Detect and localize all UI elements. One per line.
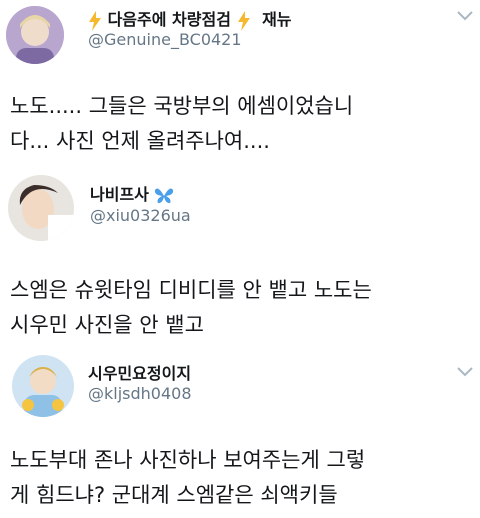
tweet-2: 나비프사 @xiu0326ua 스엠은 슈윗타임 디비디를 안 뱉고 노도는 시…: [0, 175, 480, 350]
tweet-text-line: 다... 사진 언제 올려주나여....: [10, 129, 270, 153]
chevron-down-icon[interactable]: [456, 10, 474, 22]
lightning-bolt-icon: [89, 10, 101, 31]
avatar-image: [6, 6, 64, 64]
chevron-down-icon[interactable]: [456, 366, 474, 378]
avatar-image: [12, 355, 74, 417]
display-name-suffix: 재뉴: [262, 10, 292, 29]
butterfly-icon: [155, 187, 174, 203]
tweet-text-line: 게 힘드냐? 군대계 스엠같은 쇠액키들: [10, 483, 338, 507]
tweet-text-line: 시우민 사진을 안 뱉고: [10, 313, 204, 337]
display-name[interactable]: 시우민요정이지: [88, 360, 191, 384]
avatar[interactable]: [8, 175, 74, 241]
lightning-bolt-icon: [237, 10, 250, 31]
tweet-text-line: 노도..... 그들은 국방부의 에셈이었습니: [10, 94, 354, 118]
handle[interactable]: @kljsdh0408: [88, 384, 192, 403]
display-name-text: 나비프사: [90, 185, 149, 204]
tweet-text-line: 스엠은 슈윗타임 디비디를 안 뱉고 노도는: [10, 278, 372, 302]
tweet-3: 시우민요정이지 @kljsdh0408 노도부대 존나 사진하나 보여주는게 그…: [0, 350, 480, 518]
avatar-image: [8, 175, 74, 241]
avatar[interactable]: [12, 355, 74, 417]
handle[interactable]: @xiu0326ua: [90, 206, 191, 225]
tweet-1: 다음주에 차량점검 재뉴 @Genuine_BC0421 노도..... 그들은…: [0, 0, 480, 175]
display-name-text: 다음주에 차량점검: [107, 10, 231, 29]
display-name[interactable]: 나비프사: [90, 181, 174, 205]
handle[interactable]: @Genuine_BC0421: [88, 30, 242, 49]
avatar[interactable]: [6, 6, 64, 64]
display-name[interactable]: 다음주에 차량점검 재뉴: [88, 6, 292, 31]
tweet-text-line: 노도부대 존나 사진하나 보여주는게 그렇: [10, 448, 366, 472]
